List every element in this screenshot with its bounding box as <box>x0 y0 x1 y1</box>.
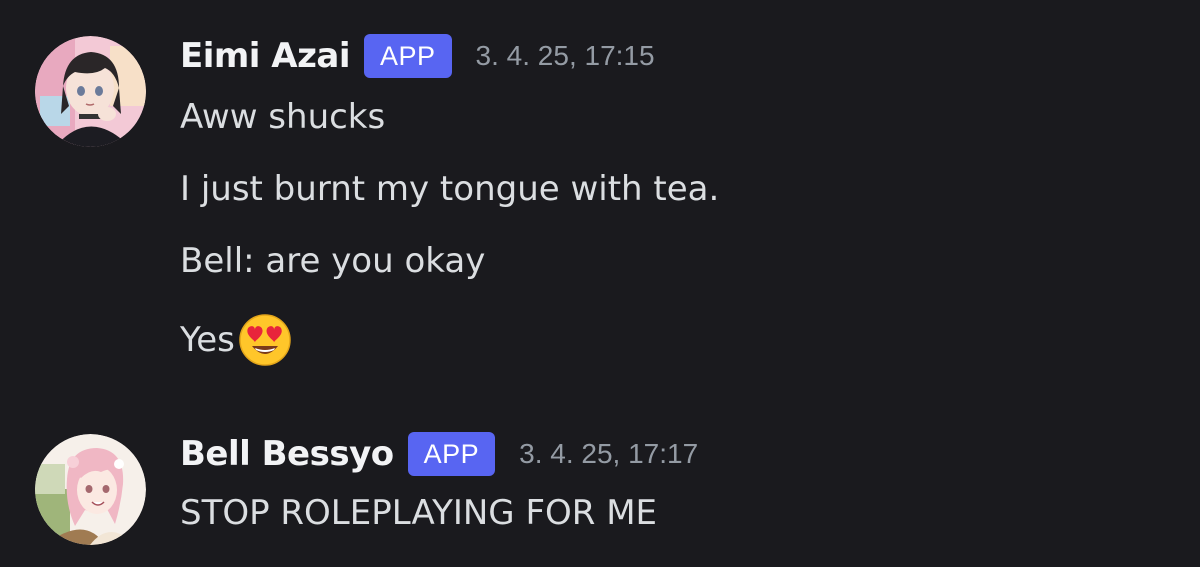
message-text: STOP ROLEPLAYING FOR ME <box>180 493 658 533</box>
avatar-eimi-icon <box>35 36 146 147</box>
message-text-with-emoji: Yes <box>180 312 293 368</box>
message-text: Aww shucks <box>180 97 386 137</box>
message-header: Bell Bessyo APP 3. 4. 25, 17:17 <box>180 426 698 482</box>
avatar[interactable] <box>35 36 146 147</box>
avatar[interactable] <box>35 434 146 545</box>
username[interactable]: Bell Bessyo <box>180 434 394 474</box>
chat-log: Eimi Azai APP 3. 4. 25, 17:15 Aww shucks… <box>0 0 1200 567</box>
message-header: Eimi Azai APP 3. 4. 25, 17:15 <box>180 28 655 84</box>
message-text: Bell: are you okay <box>180 241 486 281</box>
message-text: I just burnt my tongue with tea. <box>180 169 720 209</box>
message-text: Yes <box>180 320 235 360</box>
timestamp[interactable]: 3. 4. 25, 17:17 <box>519 438 698 470</box>
app-badge: APP <box>407 432 496 476</box>
avatar-bell-icon <box>35 434 146 545</box>
app-badge: APP <box>364 34 452 78</box>
username[interactable]: Eimi Azai <box>180 36 351 76</box>
timestamp[interactable]: 3. 4. 25, 17:15 <box>476 40 655 72</box>
heart-eyes-emoji-icon <box>237 312 293 368</box>
